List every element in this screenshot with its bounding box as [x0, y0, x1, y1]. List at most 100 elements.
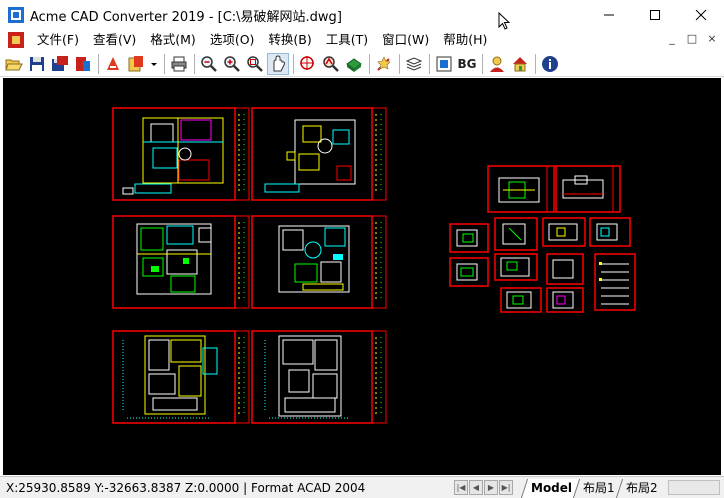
drawing-sheet	[251, 330, 387, 424]
close-icon	[695, 9, 707, 21]
minimize-button[interactable]	[586, 0, 632, 30]
info-icon	[542, 55, 558, 72]
save-button[interactable]	[26, 53, 48, 75]
home-icon	[513, 56, 527, 71]
toolbar-separator	[429, 53, 430, 74]
mouse-cursor-icon	[498, 12, 511, 30]
layout-button[interactable]	[125, 53, 147, 75]
print-icon	[171, 56, 187, 71]
first-tab-button[interactable]: |◀	[454, 480, 468, 495]
zoom-in-icon	[224, 55, 240, 72]
fit-screen-button[interactable]	[433, 53, 455, 75]
tab-model-label: Model	[531, 481, 573, 495]
save-icon	[30, 56, 44, 71]
3d-view-button[interactable]	[343, 53, 365, 75]
mdi-close-button[interactable]: ×	[704, 32, 720, 48]
mark-button[interactable]	[373, 53, 395, 75]
export-pdf-icon	[107, 56, 119, 70]
menu-file[interactable]: 文件(F)	[30, 30, 86, 50]
tab-model[interactable]: Model	[520, 479, 582, 498]
drawing-canvas[interactable]	[3, 78, 721, 475]
menu-options[interactable]: 选项(O)	[203, 30, 262, 50]
drawing-sheet	[589, 217, 631, 247]
window-title: Acme CAD Converter 2019 - [C:\易破解网站.dwg]	[30, 9, 342, 25]
home-button[interactable]	[509, 53, 531, 75]
status-coordinates: X:25930.8589 Y:-32663.8387 Z:0.0000 | Fo…	[6, 480, 366, 495]
menu-help[interactable]: 帮助(H)	[436, 30, 494, 50]
toolbar-separator	[164, 53, 165, 74]
menu-convert[interactable]: 转换(B)	[261, 30, 318, 50]
status-bar: X:25930.8589 Y:-32663.8387 Z:0.0000 | Fo…	[0, 476, 724, 498]
menu-tools[interactable]: 工具(T)	[319, 30, 375, 50]
toolbar-separator	[369, 53, 370, 74]
menu-view[interactable]: 查看(V)	[86, 30, 143, 50]
layers-button[interactable]	[403, 53, 425, 75]
user-icon	[490, 56, 504, 72]
tab-layout-2[interactable]: 布局2	[615, 479, 667, 498]
toolbar: BG	[0, 51, 724, 77]
toolbar-separator	[399, 53, 400, 74]
layout-dropdown-button[interactable]	[148, 53, 160, 75]
maximize-button[interactable]	[632, 0, 678, 30]
dropdown-arrow-icon	[151, 62, 157, 66]
next-tab-button[interactable]: ▶	[484, 480, 498, 495]
pan-icon	[273, 54, 285, 71]
mdi-minimize-button[interactable]: _	[664, 32, 680, 48]
about-button[interactable]	[539, 53, 561, 75]
convert-icon	[76, 56, 90, 71]
user-button[interactable]	[486, 53, 508, 75]
measure-icon	[323, 55, 339, 72]
zoom-window-icon	[247, 55, 263, 72]
zoom-extent-button[interactable]	[297, 53, 319, 75]
zoom-window-button[interactable]	[244, 53, 266, 75]
close-button[interactable]	[678, 0, 724, 30]
menu-bar: 文件(F) 查看(V) 格式(M) 选项(O) 转换(B) 工具(T) 窗口(W…	[0, 30, 724, 50]
export-pdf-button[interactable]	[102, 53, 124, 75]
drawing-sheet	[546, 253, 584, 285]
drawing-sheet	[251, 107, 387, 201]
3d-view-icon	[346, 57, 362, 72]
drawing-sheet	[449, 223, 489, 253]
drawing-sheet	[112, 107, 250, 201]
zoom-out-icon	[201, 55, 217, 72]
convert-button[interactable]	[72, 53, 94, 75]
zoom-out-button[interactable]	[198, 53, 220, 75]
save-as-button[interactable]	[49, 53, 71, 75]
drawing-sheet	[494, 253, 538, 281]
title-bar: Acme CAD Converter 2019 - [C:\易破解网站.dwg]	[0, 0, 724, 30]
tab-layout-1-label: 布局1	[583, 481, 615, 495]
tab-scrollbar[interactable]	[668, 480, 720, 495]
fit-screen-icon	[436, 56, 452, 71]
last-tab-button[interactable]: ▶|	[499, 480, 513, 495]
drawing-sheet	[546, 287, 584, 313]
maximize-icon	[650, 10, 660, 20]
drawing-sheet	[251, 215, 387, 309]
mdi-restore-button[interactable]: □	[684, 32, 700, 48]
prev-tab-button[interactable]: ◀	[469, 480, 483, 495]
layers-icon	[405, 56, 423, 71]
menu-window[interactable]: 窗口(W)	[375, 30, 436, 50]
minimize-icon	[604, 14, 614, 16]
toolbar-separator	[535, 53, 536, 74]
drawing-sheet	[594, 253, 636, 311]
bg-toggle-button[interactable]: BG	[456, 53, 478, 75]
toolbar-separator	[293, 53, 294, 74]
tab-layout-2-label: 布局2	[625, 481, 658, 495]
print-button[interactable]	[168, 53, 190, 75]
open-icon	[5, 59, 23, 70]
drawing-sheet	[555, 165, 621, 213]
toolbar-separator	[482, 53, 483, 74]
zoom-in-button[interactable]	[221, 53, 243, 75]
open-button[interactable]	[3, 53, 25, 75]
menu-format[interactable]: 格式(M)	[143, 30, 203, 50]
measure-button[interactable]	[320, 53, 342, 75]
drawing-sheet	[449, 257, 489, 287]
toolbar-separator	[98, 53, 99, 74]
save-as-icon	[52, 55, 68, 71]
layout-icon	[128, 55, 143, 71]
document-menu-icon[interactable]	[8, 32, 24, 48]
drawing-sheet	[500, 287, 542, 313]
drawing-sheet	[112, 215, 250, 309]
pan-button[interactable]	[267, 52, 289, 75]
toolbar-separator	[194, 53, 195, 74]
